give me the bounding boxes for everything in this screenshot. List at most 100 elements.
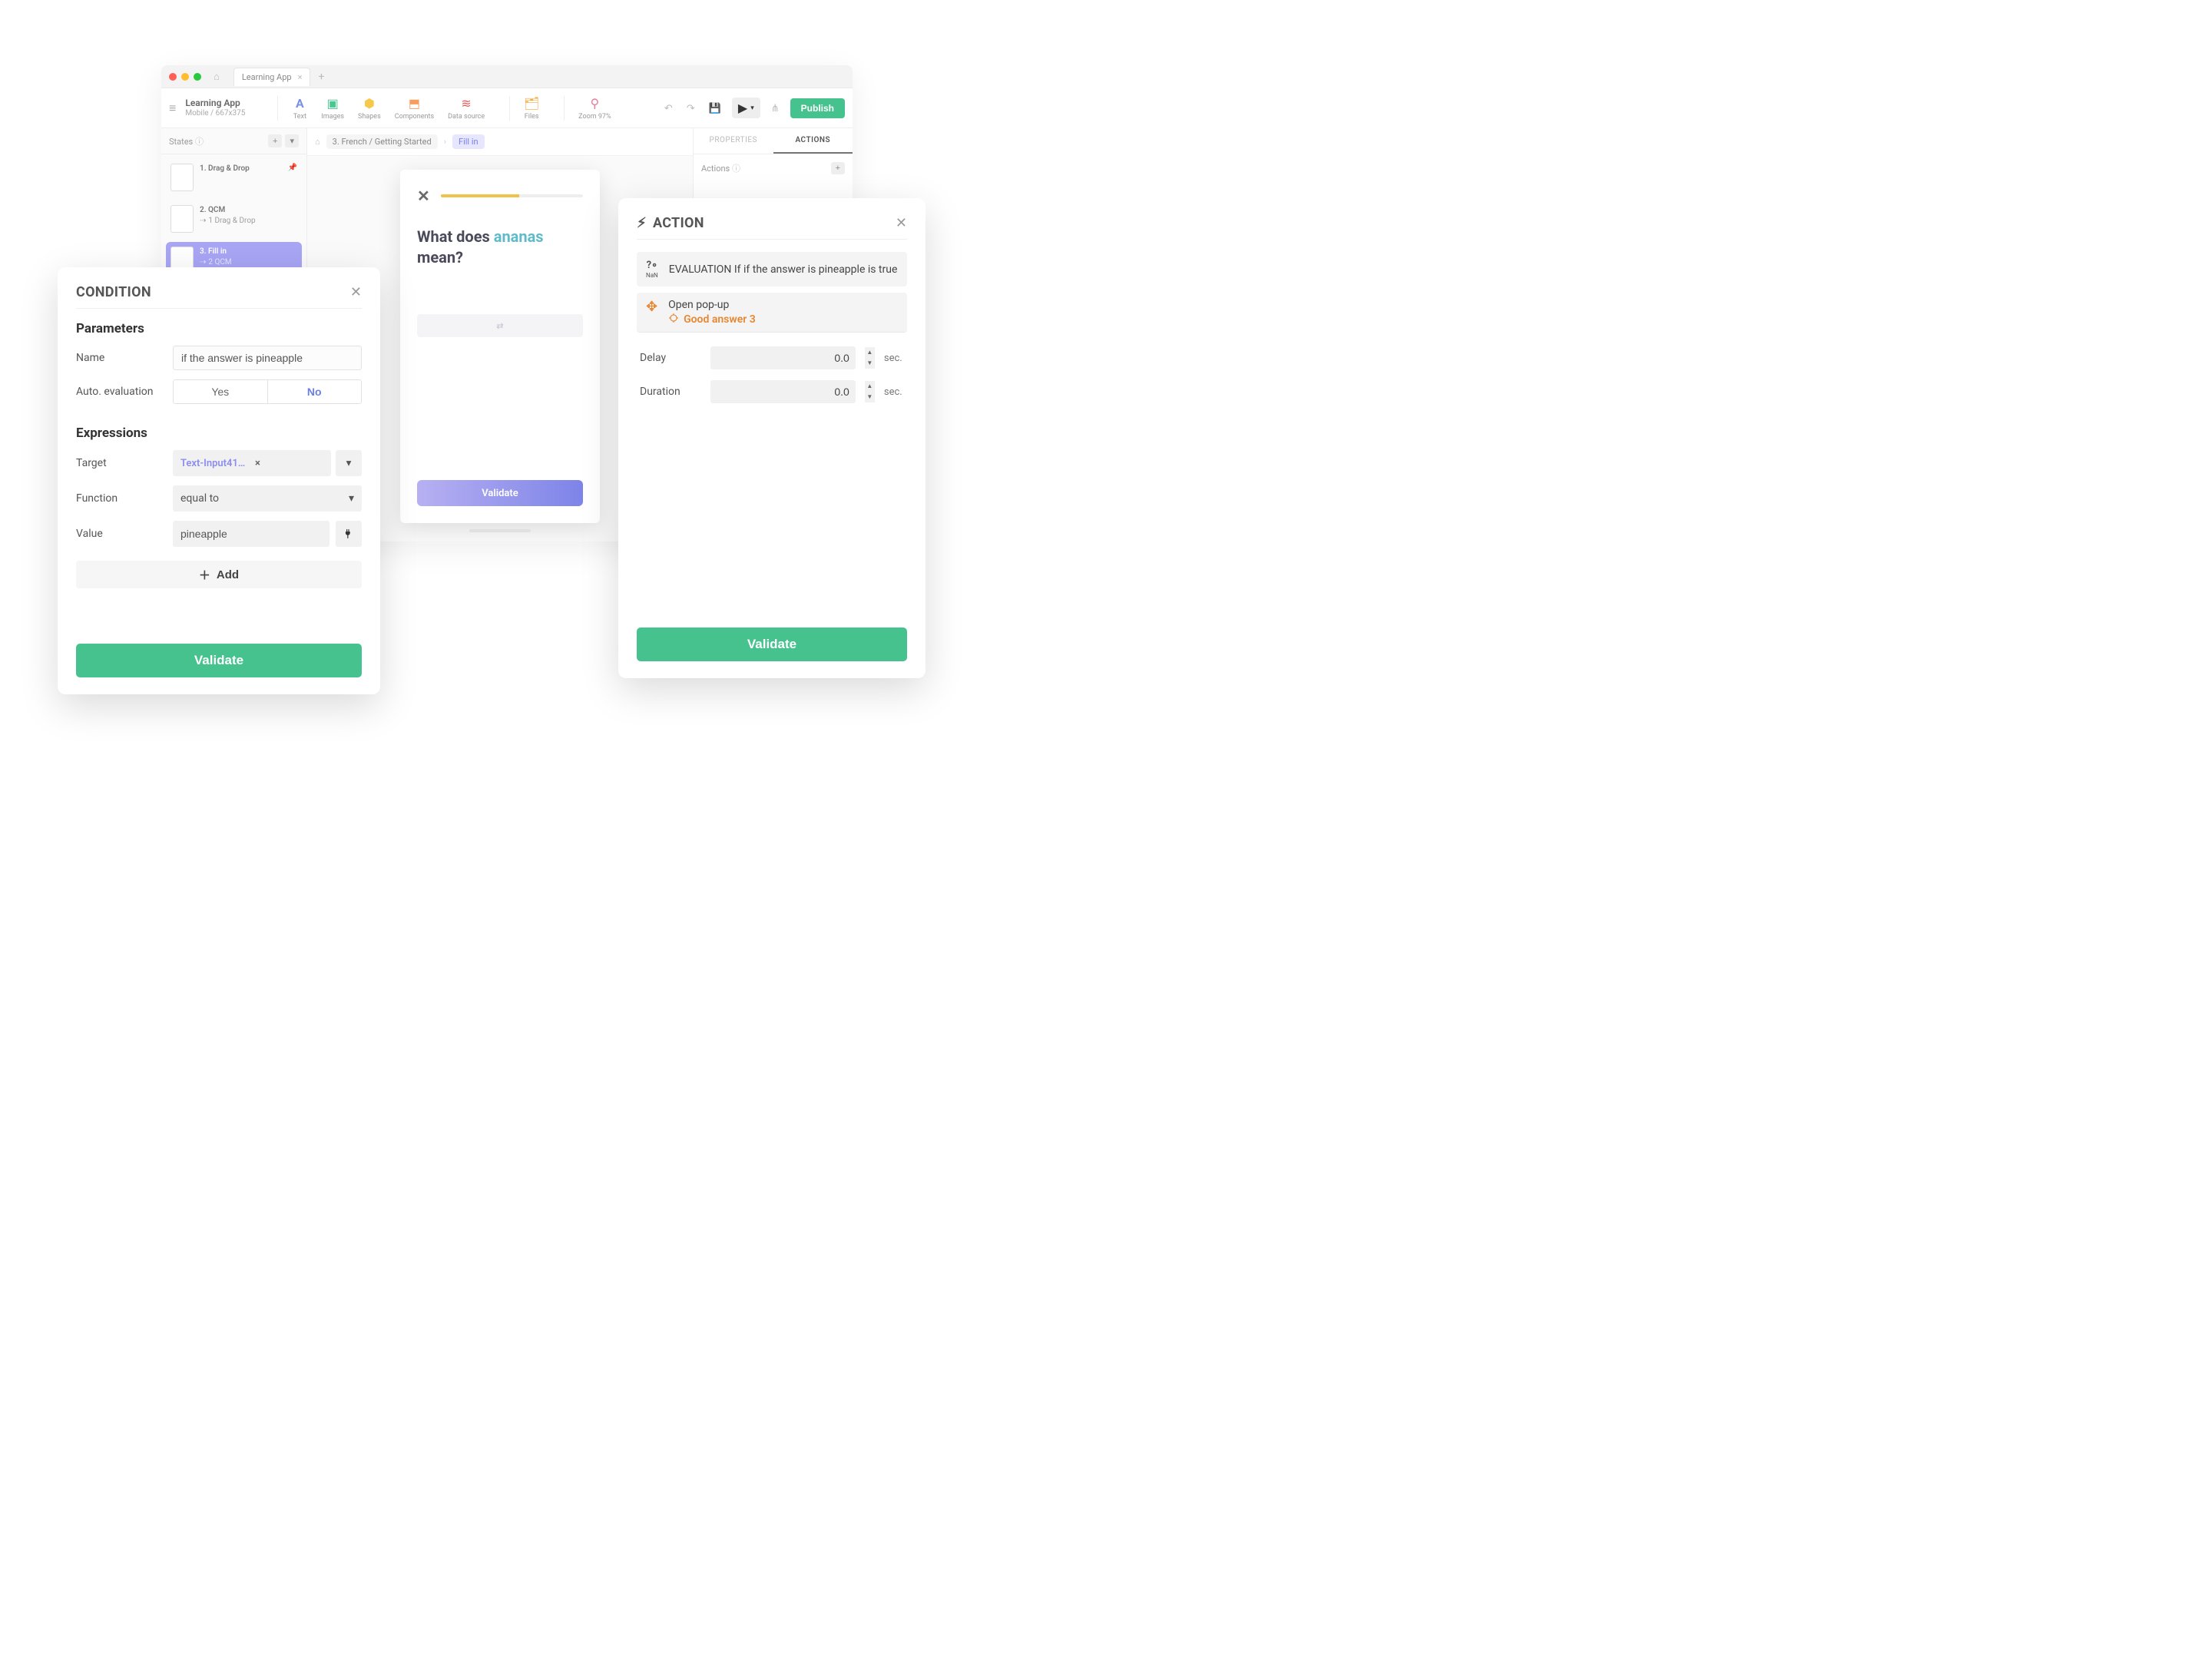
validate-button[interactable]: Validate bbox=[417, 480, 583, 506]
pin-icon[interactable]: 📌 bbox=[288, 164, 297, 172]
state-item-2[interactable]: 2. QCM ⇢1 Drag & Drop bbox=[166, 200, 302, 237]
auto-eval-no[interactable]: No bbox=[268, 380, 362, 403]
open-popup-row[interactable]: ✥ Open pop-up Good answer 3 bbox=[637, 293, 907, 333]
action-validate-button[interactable]: Validate bbox=[637, 628, 907, 661]
state-item-1[interactable]: 1. Drag & Drop 📌 bbox=[166, 159, 302, 196]
action-title: ⚡︎ACTION bbox=[637, 215, 704, 231]
auto-eval-yes[interactable]: Yes bbox=[174, 380, 268, 403]
answer-input[interactable]: ⇄ bbox=[417, 314, 583, 337]
duration-unit: sec. bbox=[884, 386, 904, 398]
delay-label: Delay bbox=[640, 352, 701, 364]
save-button[interactable]: 💾 bbox=[706, 99, 724, 118]
condition-panel: CONDITION ✕ Parameters Name Auto. evalua… bbox=[58, 267, 380, 694]
tool-files[interactable]: 🗂Files bbox=[524, 96, 539, 121]
chip-remove-icon[interactable]: × bbox=[255, 458, 323, 469]
action-panel: ⚡︎ACTION ✕ ?∘ NaN EVALUATION If if the a… bbox=[618, 198, 926, 678]
add-expression-button[interactable]: ＋ Add bbox=[76, 561, 362, 588]
state-options-button[interactable]: ▾ bbox=[285, 134, 299, 147]
duration-label: Duration bbox=[640, 386, 701, 398]
tab-add-icon[interactable]: + bbox=[318, 71, 324, 83]
value-plug-button[interactable] bbox=[336, 521, 362, 547]
titlebar: ⌂ Learning App × + bbox=[161, 65, 853, 88]
spin-down-button[interactable]: ▼ bbox=[865, 392, 875, 402]
files-icon: 🗂 bbox=[524, 96, 539, 111]
bolt-icon: ⚡︎ bbox=[637, 215, 647, 231]
delay-input[interactable] bbox=[710, 346, 856, 369]
link-icon: ⇢ bbox=[200, 216, 206, 227]
spin-up-button[interactable]: ▲ bbox=[865, 381, 875, 392]
value-label: Value bbox=[76, 528, 167, 540]
evaluation-row[interactable]: ?∘ NaN EVALUATION If if the answer is pi… bbox=[637, 252, 907, 286]
breadcrumb: ⌂ 3. French / Getting Started › Fill in bbox=[307, 128, 693, 156]
delay-spinner: ▲ ▼ bbox=[865, 347, 875, 369]
progress-bar bbox=[441, 194, 583, 197]
plug-icon bbox=[343, 528, 354, 539]
tool-shapes[interactable]: ⬢Shapes bbox=[358, 96, 381, 121]
plus-icon: ＋ bbox=[199, 567, 210, 583]
menu-icon[interactable]: ≡ bbox=[169, 101, 176, 116]
move-icon: ✥ bbox=[646, 300, 657, 314]
condition-validate-button[interactable]: Validate bbox=[76, 644, 362, 677]
breadcrumb-level-2[interactable]: Fill in bbox=[452, 134, 485, 149]
home-icon[interactable]: ⌂ bbox=[214, 71, 220, 83]
chevron-down-icon: ▾ bbox=[750, 104, 754, 112]
mobile-frame: ✕ What does ananas mean? ⇄ Validate bbox=[400, 170, 600, 523]
state-thumb bbox=[171, 164, 194, 191]
tool-text[interactable]: AText bbox=[292, 96, 307, 121]
publish-button[interactable]: Publish bbox=[790, 98, 845, 118]
name-input[interactable] bbox=[173, 346, 362, 370]
function-select[interactable]: equal to ▾ bbox=[173, 485, 362, 512]
app-meta: Mobile / 667x375 bbox=[185, 109, 245, 118]
components-icon: ⬒ bbox=[406, 96, 422, 111]
breadcrumb-level-1[interactable]: 3. French / Getting Started bbox=[326, 134, 438, 149]
tool-images[interactable]: ▣Images bbox=[321, 96, 344, 121]
close-icon[interactable]: ✕ bbox=[350, 284, 362, 300]
add-action-button[interactable]: + bbox=[831, 162, 845, 174]
tool-zoom[interactable]: ⚲Zoom 97% bbox=[578, 96, 611, 121]
tool-components[interactable]: ⬒Components bbox=[395, 96, 434, 121]
chevron-down-icon: ▾ bbox=[349, 492, 354, 505]
traffic-lights bbox=[169, 73, 201, 81]
share-button[interactable]: ⋔ bbox=[768, 99, 783, 118]
tab-close-icon[interactable]: × bbox=[298, 72, 303, 82]
tab-actions[interactable]: ACTIONS bbox=[773, 128, 853, 154]
canvas-handle[interactable] bbox=[469, 529, 531, 532]
tab-label: Learning App bbox=[242, 72, 292, 82]
window-close-icon[interactable] bbox=[169, 73, 177, 81]
breadcrumb-home-icon[interactable]: ⌂ bbox=[315, 137, 320, 147]
function-label: Function bbox=[76, 492, 167, 505]
add-state-button[interactable]: + bbox=[268, 134, 282, 147]
auto-eval-label: Auto. evaluation bbox=[76, 386, 167, 398]
info-icon[interactable]: ⓘ bbox=[732, 164, 740, 174]
window-minimize-icon[interactable] bbox=[181, 73, 189, 81]
tool-datasource[interactable]: ≋Data source bbox=[448, 96, 485, 121]
tab-properties[interactable]: PROPERTIES bbox=[694, 128, 773, 154]
spin-up-button[interactable]: ▲ bbox=[865, 347, 875, 358]
spin-down-button[interactable]: ▼ bbox=[865, 358, 875, 369]
play-button[interactable]: ▶▾ bbox=[732, 98, 760, 118]
close-icon[interactable]: ✕ bbox=[417, 187, 430, 205]
database-icon: ≋ bbox=[459, 96, 474, 111]
app-name: Learning App bbox=[185, 98, 245, 108]
tool-group-3: ⚲Zoom 97% bbox=[564, 96, 611, 121]
states-header: States ⓘ + ▾ bbox=[161, 128, 306, 154]
expressions-heading: Expressions bbox=[76, 426, 362, 441]
window-zoom-icon[interactable] bbox=[194, 73, 201, 81]
tab-learning-app[interactable]: Learning App × bbox=[233, 68, 311, 86]
target-chip[interactable]: Text-Input41194 / In... × bbox=[173, 450, 331, 476]
state-thumb bbox=[171, 205, 194, 233]
undo-button[interactable]: ↶ bbox=[661, 99, 676, 118]
parameters-heading: Parameters bbox=[76, 321, 362, 336]
value-input[interactable] bbox=[173, 521, 329, 547]
close-icon[interactable]: ✕ bbox=[896, 215, 907, 231]
target-dropdown-button[interactable]: ▾ bbox=[336, 450, 362, 476]
delay-unit: sec. bbox=[884, 353, 904, 364]
shapes-icon: ⬢ bbox=[362, 96, 377, 111]
images-icon: ▣ bbox=[325, 96, 340, 111]
chevron-right-icon: › bbox=[444, 137, 446, 147]
duration-input[interactable] bbox=[710, 380, 856, 403]
redo-button[interactable]: ↷ bbox=[684, 99, 698, 118]
info-icon[interactable]: ⓘ bbox=[195, 137, 204, 147]
question-text: What does ananas mean? bbox=[417, 227, 583, 268]
name-label: Name bbox=[76, 352, 167, 364]
